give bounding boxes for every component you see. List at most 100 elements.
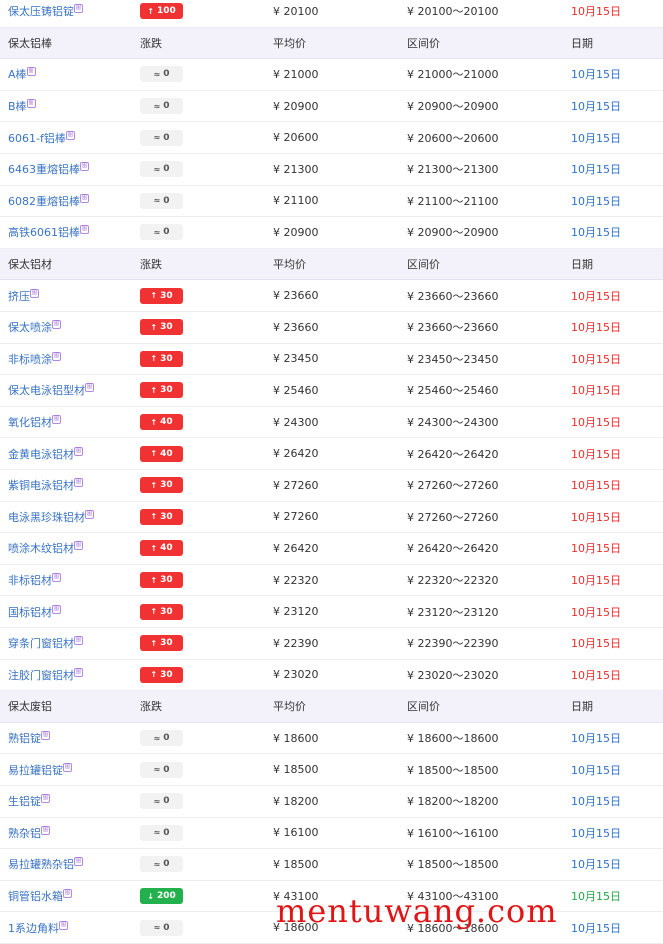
product-name[interactable]: 熟杂铝 <box>8 827 41 840</box>
product-link[interactable]: 非标铝材图 <box>8 572 61 588</box>
avg-price: ¥ 20600 <box>273 131 319 145</box>
name-cell[interactable]: 保太喷涂图 <box>8 312 61 343</box>
product-link[interactable]: 6463重熔铝棒图 <box>8 161 89 177</box>
name-cell[interactable]: 易拉罐熟杂铝图 <box>8 849 83 880</box>
product-link[interactable]: B棒图 <box>8 98 36 114</box>
product-link[interactable]: 熟铝锭图 <box>8 730 50 746</box>
product-name[interactable]: 紫铜电泳铝材 <box>8 479 74 492</box>
product-name[interactable]: 1系边角料 <box>8 922 59 935</box>
name-cell[interactable]: 熟铝锭图 <box>8 723 50 754</box>
avg-price: ¥ 20900 <box>273 225 319 239</box>
name-cell[interactable]: 金黄电泳铝材图 <box>8 438 83 469</box>
change-cell: ↑ 30 <box>140 628 183 659</box>
range-cell: ¥ 20100～20100 <box>407 0 498 27</box>
name-cell[interactable]: 6061-f铝棒图 <box>8 122 75 153</box>
product-name[interactable]: 6463重熔铝棒 <box>8 163 80 176</box>
name-cell[interactable]: B棒图 <box>8 91 36 122</box>
product-link[interactable]: 1系边角料图 <box>8 920 68 936</box>
product-link[interactable]: 金黄电泳铝材图 <box>8 446 83 462</box>
name-cell[interactable]: 国标铝材图 <box>8 596 61 627</box>
product-link[interactable]: 紫铜电泳铝材图 <box>8 477 83 493</box>
name-cell[interactable]: 1系边角料图 <box>8 912 68 943</box>
product-name[interactable]: 注胶门窗铝材 <box>8 669 74 682</box>
name-cell[interactable]: A棒图 <box>8 59 36 90</box>
product-name[interactable]: 国标铝材 <box>8 606 52 619</box>
name-cell[interactable]: 生铝锭图 <box>8 786 50 817</box>
product-name[interactable]: A棒 <box>8 68 27 81</box>
product-link[interactable]: 熟杂铝图 <box>8 825 50 841</box>
name-cell[interactable]: 喷涂木纹铝材图 <box>8 533 83 564</box>
product-link[interactable]: 非标喷涂图 <box>8 351 61 367</box>
product-link[interactable]: 穿条门窗铝材图 <box>8 635 83 651</box>
name-cell[interactable]: 挤压图 <box>8 280 39 311</box>
product-link[interactable]: 氧化铝材图 <box>8 414 61 430</box>
name-cell[interactable]: 6463重熔铝棒图 <box>8 154 89 185</box>
name-cell[interactable]: 铜管铝水箱图 <box>8 881 72 912</box>
product-link[interactable]: 保太压铸铝锭图 <box>8 3 83 19</box>
product-name[interactable]: 高铁6061铝棒 <box>8 226 80 239</box>
name-cell[interactable]: 氧化铝材图 <box>8 407 61 438</box>
name-cell[interactable]: 注胶门窗铝材图 <box>8 660 83 691</box>
change-badge: ↑ 30 <box>140 572 183 589</box>
name-cell[interactable]: 6082重熔铝棒图 <box>8 186 89 217</box>
product-name[interactable]: 易拉罐铝锭 <box>8 764 63 777</box>
product-link[interactable]: 6082重熔铝棒图 <box>8 193 89 209</box>
product-name[interactable]: 6061-f铝棒 <box>8 132 66 145</box>
product-link[interactable]: A棒图 <box>8 66 36 82</box>
product-name[interactable]: 生铝锭 <box>8 795 41 808</box>
product-link[interactable]: 易拉罐熟杂铝图 <box>8 856 83 872</box>
product-name[interactable]: 保太电泳铝型材 <box>8 384 85 397</box>
change-value: 30 <box>160 669 173 680</box>
date-cell: 10月15日 <box>571 280 621 311</box>
tag-icon: 图 <box>74 4 83 14</box>
product-name[interactable]: 挤压 <box>8 290 30 303</box>
product-name[interactable]: 易拉罐熟杂铝 <box>8 858 74 871</box>
range-cell: ¥ 25460～25460 <box>407 375 498 406</box>
product-name[interactable]: 金黄电泳铝材 <box>8 448 74 461</box>
product-name[interactable]: B棒 <box>8 100 27 113</box>
product-link[interactable]: 高铁6061铝棒图 <box>8 224 89 240</box>
product-name[interactable]: 电泳黑珍珠铝材 <box>8 511 85 524</box>
product-link[interactable]: 喷涂木纹铝材图 <box>8 540 83 556</box>
change-cell: ↓ 200 <box>140 881 183 912</box>
name-cell[interactable]: 易拉罐铝锭图 <box>8 754 72 785</box>
product-name[interactable]: 保太压铸铝锭 <box>8 5 74 18</box>
product-link[interactable]: 生铝锭图 <box>8 793 50 809</box>
product-link[interactable]: 铜管铝水箱图 <box>8 888 72 904</box>
col-avg: 平均价 <box>273 700 306 714</box>
product-name[interactable]: 铜管铝水箱 <box>8 890 63 903</box>
product-link[interactable]: 6061-f铝棒图 <box>8 130 75 146</box>
product-name[interactable]: 氧化铝材 <box>8 416 52 429</box>
avg-price: ¥ 18500 <box>273 857 319 871</box>
product-link[interactable]: 挤压图 <box>8 288 39 304</box>
avg-price: ¥ 26420 <box>273 541 319 555</box>
name-cell[interactable]: 保太电泳铝型材图 <box>8 375 94 406</box>
product-name[interactable]: 6082重熔铝棒 <box>8 195 80 208</box>
name-cell[interactable]: 非标铝材图 <box>8 565 61 596</box>
arrow-up-icon: ↑ <box>150 385 158 395</box>
col-range: 区间价 <box>407 36 440 50</box>
range-cell: ¥ 20900～20900 <box>407 217 498 248</box>
product-name[interactable]: 保太喷涂 <box>8 321 52 334</box>
name-cell[interactable]: 熟杂铝图 <box>8 818 50 849</box>
range-price: ¥ 18500～18500 <box>407 858 499 872</box>
name-cell[interactable]: 非标喷涂图 <box>8 344 61 375</box>
product-link[interactable]: 易拉罐铝锭图 <box>8 762 72 778</box>
product-link[interactable]: 保太喷涂图 <box>8 319 61 335</box>
product-name[interactable]: 穿条门窗铝材 <box>8 637 74 650</box>
name-cell[interactable]: 紫铜电泳铝材图 <box>8 470 83 501</box>
product-name[interactable]: 熟铝锭 <box>8 732 41 745</box>
name-cell[interactable]: 穿条门窗铝材图 <box>8 628 83 659</box>
range-cell: ¥ 23020～23020 <box>407 660 498 691</box>
product-link[interactable]: 保太电泳铝型材图 <box>8 382 94 398</box>
product-name[interactable]: 喷涂木纹铝材 <box>8 542 74 555</box>
range-price: ¥ 20900～20900 <box>407 226 499 240</box>
product-link[interactable]: 注胶门窗铝材图 <box>8 667 83 683</box>
product-name[interactable]: 非标喷涂 <box>8 353 52 366</box>
name-cell[interactable]: 保太压铸铝锭图 <box>8 0 83 27</box>
name-cell[interactable]: 电泳黑珍珠铝材图 <box>8 502 94 533</box>
product-link[interactable]: 国标铝材图 <box>8 604 61 620</box>
name-cell[interactable]: 高铁6061铝棒图 <box>8 217 89 248</box>
product-link[interactable]: 电泳黑珍珠铝材图 <box>8 509 94 525</box>
product-name[interactable]: 非标铝材 <box>8 574 52 587</box>
